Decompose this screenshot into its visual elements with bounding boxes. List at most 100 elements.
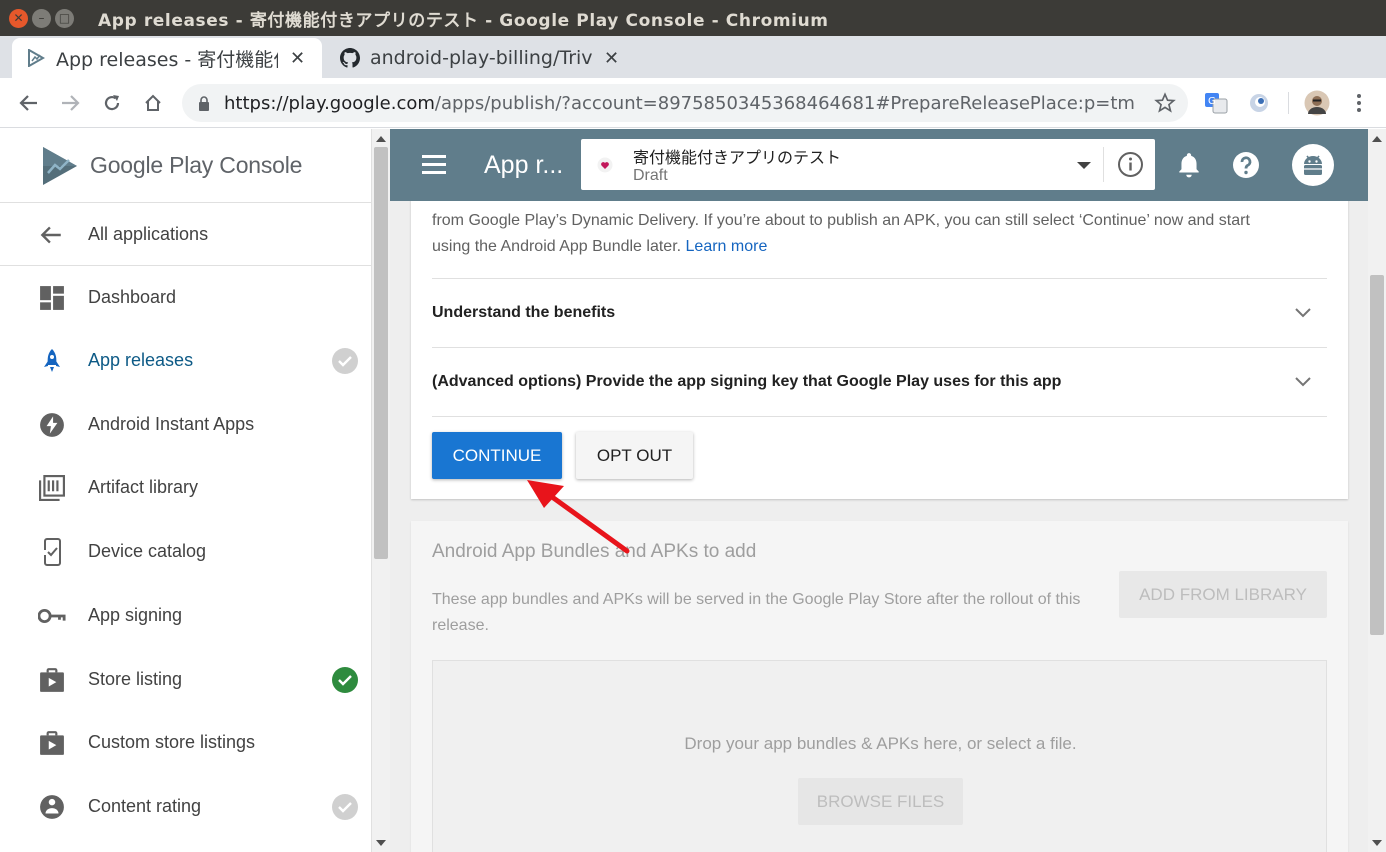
sidebar-item-label: Store listing xyxy=(88,669,183,689)
intro-line: from Google Play’s Dynamic Delivery. If … xyxy=(432,212,1250,229)
understand-benefits-accordion[interactable]: Understand the benefits xyxy=(432,278,1327,347)
drop-zone-text: Drop your app bundles & APKs here, or se… xyxy=(684,734,1077,753)
sidebar-item-dashboard[interactable]: Dashboard xyxy=(0,266,372,329)
bundles-section-description: These app bundles and APKs will be serve… xyxy=(432,591,1081,634)
window-maximize-button[interactable]: □ xyxy=(55,8,74,28)
status-check-icon xyxy=(332,666,358,693)
dashboard-icon xyxy=(38,284,66,312)
hamburger-menu-icon[interactable] xyxy=(422,155,446,175)
opt-out-button[interactable]: OPT OUT xyxy=(576,432,693,479)
scroll-down-icon[interactable] xyxy=(1372,840,1382,846)
sidebar-item-label: Artifact library xyxy=(88,477,199,497)
sidebar-item-artifact-library[interactable]: Artifact library xyxy=(0,456,372,519)
bolt-icon xyxy=(38,411,66,439)
advanced-options-accordion[interactable]: (Advanced options) Provide the app signi… xyxy=(432,347,1327,416)
window-minimize-button[interactable]: – xyxy=(32,8,51,28)
window-controls: ✕ – □ xyxy=(9,8,74,28)
all-applications-link[interactable]: All applications xyxy=(0,203,372,266)
translate-extension-icon[interactable]: G xyxy=(1203,90,1229,116)
main-content: from Google Play’s Dynamic Delivery. If … xyxy=(390,129,1368,852)
brand-name: Google Play Console xyxy=(90,152,303,178)
notifications-bell-icon[interactable] xyxy=(1176,151,1204,179)
accordion-label: (Advanced options) Provide the app signi… xyxy=(432,373,1062,390)
sidebar-item-android-instant-apps[interactable]: Android Instant Apps xyxy=(0,393,372,456)
scroll-up-icon[interactable] xyxy=(1372,136,1382,142)
key-icon xyxy=(38,602,66,630)
browser-tab-app-releases[interactable]: App releases - 寄付機能付 ✕ xyxy=(12,38,322,78)
divider xyxy=(1103,147,1104,182)
sidebar: Google Play Console All applications Das… xyxy=(0,129,372,852)
tab-title: android-play-billing/Trivia xyxy=(370,47,592,69)
file-drop-zone[interactable]: Drop your app bundles & APKs here, or se… xyxy=(432,660,1327,852)
profile-avatar[interactable] xyxy=(1304,90,1330,116)
store-icon xyxy=(38,666,66,694)
extension-icon[interactable] xyxy=(1246,90,1272,116)
tab-strip: App releases - 寄付機能付 ✕ android-play-bill… xyxy=(0,36,1386,108)
status-check-icon xyxy=(332,793,358,820)
main-scrollbar[interactable] xyxy=(1368,129,1386,852)
sidebar-item-label: App releases xyxy=(88,350,194,370)
home-icon[interactable] xyxy=(140,90,166,116)
bookmark-star-icon[interactable] xyxy=(1154,92,1176,119)
github-favicon-icon xyxy=(340,48,360,68)
scroll-down-icon[interactable] xyxy=(376,840,386,846)
sidebar-scrollbar[interactable] xyxy=(372,129,390,852)
window-titlebar: ✕ – □ App releases - 寄付機能付きアプリのテスト - Goo… xyxy=(0,0,1386,36)
tab-close-icon[interactable]: ✕ xyxy=(290,48,305,69)
all-applications-label: All applications xyxy=(88,223,209,244)
android-robot-icon xyxy=(1304,155,1322,175)
console-app-bar: App r... 寄付機能付きアプリのテスト Draft xyxy=(390,129,1368,201)
app-status: Draft xyxy=(633,167,668,184)
sidebar-item-store-listing[interactable]: Store listing xyxy=(0,648,372,711)
status-check-icon xyxy=(332,347,358,374)
scrollbar-thumb[interactable] xyxy=(374,147,388,559)
address-bar[interactable]: https://play.google.com/apps/publish/?ac… xyxy=(182,84,1188,122)
tab-close-icon[interactable]: ✕ xyxy=(604,48,619,69)
intro-line: using the Android App Bundle later. xyxy=(432,238,682,255)
rating-icon xyxy=(38,793,66,821)
window-close-button[interactable]: ✕ xyxy=(9,8,28,28)
play-console-brand[interactable]: Google Play Console xyxy=(0,129,372,203)
browser-toolbar: https://play.google.com/apps/publish/?ac… xyxy=(0,78,1386,128)
sidebar-item-label: Content rating xyxy=(88,796,202,816)
back-arrow-icon[interactable] xyxy=(16,90,42,116)
back-arrow-icon xyxy=(38,222,64,253)
chevron-down-icon[interactable] xyxy=(1295,305,1311,323)
dropdown-caret-icon[interactable] xyxy=(1077,162,1091,169)
help-icon[interactable] xyxy=(1232,151,1260,179)
app-icon xyxy=(597,157,613,173)
accordion-label: Understand the benefits xyxy=(432,304,616,321)
forward-arrow-icon[interactable] xyxy=(57,90,83,116)
sidebar-item-custom-store-listings[interactable]: Custom store listings xyxy=(0,711,372,774)
sidebar-item-app-releases[interactable]: App releases xyxy=(0,329,372,392)
add-from-library-button[interactable]: ADD FROM LIBRARY xyxy=(1119,571,1327,618)
play-console-favicon-icon xyxy=(26,48,46,68)
browse-files-button[interactable]: BROWSE FILES xyxy=(798,778,963,825)
sidebar-item-label: Dashboard xyxy=(88,287,177,307)
play-console-logo-icon xyxy=(43,146,77,185)
sidebar-item-content-rating[interactable]: Content rating xyxy=(0,775,372,838)
learn-more-link[interactable]: Learn more xyxy=(686,238,768,255)
info-icon[interactable] xyxy=(1117,151,1144,178)
reload-icon[interactable] xyxy=(99,90,125,116)
account-avatar[interactable] xyxy=(1292,144,1334,186)
continue-button[interactable]: CONTINUE xyxy=(432,432,562,479)
divider xyxy=(432,416,1327,417)
sidebar-item-device-catalog[interactable]: Device catalog xyxy=(0,520,372,583)
page-title: App r... xyxy=(484,151,564,179)
sidebar-item-app-signing[interactable]: App signing xyxy=(0,584,372,647)
chrome-menu-icon[interactable] xyxy=(1346,90,1372,116)
device-icon xyxy=(38,537,66,566)
svg-text:G: G xyxy=(1208,96,1216,107)
app-signing-card: from Google Play’s Dynamic Delivery. If … xyxy=(411,179,1348,499)
window-title: App releases - 寄付機能付きアプリのテスト - Google Pl… xyxy=(98,10,829,31)
browser-tab-github[interactable]: android-play-billing/Trivia ✕ xyxy=(326,38,632,78)
scroll-up-icon[interactable] xyxy=(376,136,386,142)
app-selector[interactable]: 寄付機能付きアプリのテスト Draft xyxy=(581,139,1155,190)
rocket-icon xyxy=(38,347,66,375)
url-text: https://play.google.com/apps/publish/?ac… xyxy=(224,92,1134,114)
chevron-down-icon[interactable] xyxy=(1295,374,1311,392)
scrollbar-thumb[interactable] xyxy=(1370,275,1384,635)
app-name: 寄付機能付きアプリのテスト xyxy=(633,148,842,167)
sidebar-item-label: Device catalog xyxy=(88,541,207,561)
